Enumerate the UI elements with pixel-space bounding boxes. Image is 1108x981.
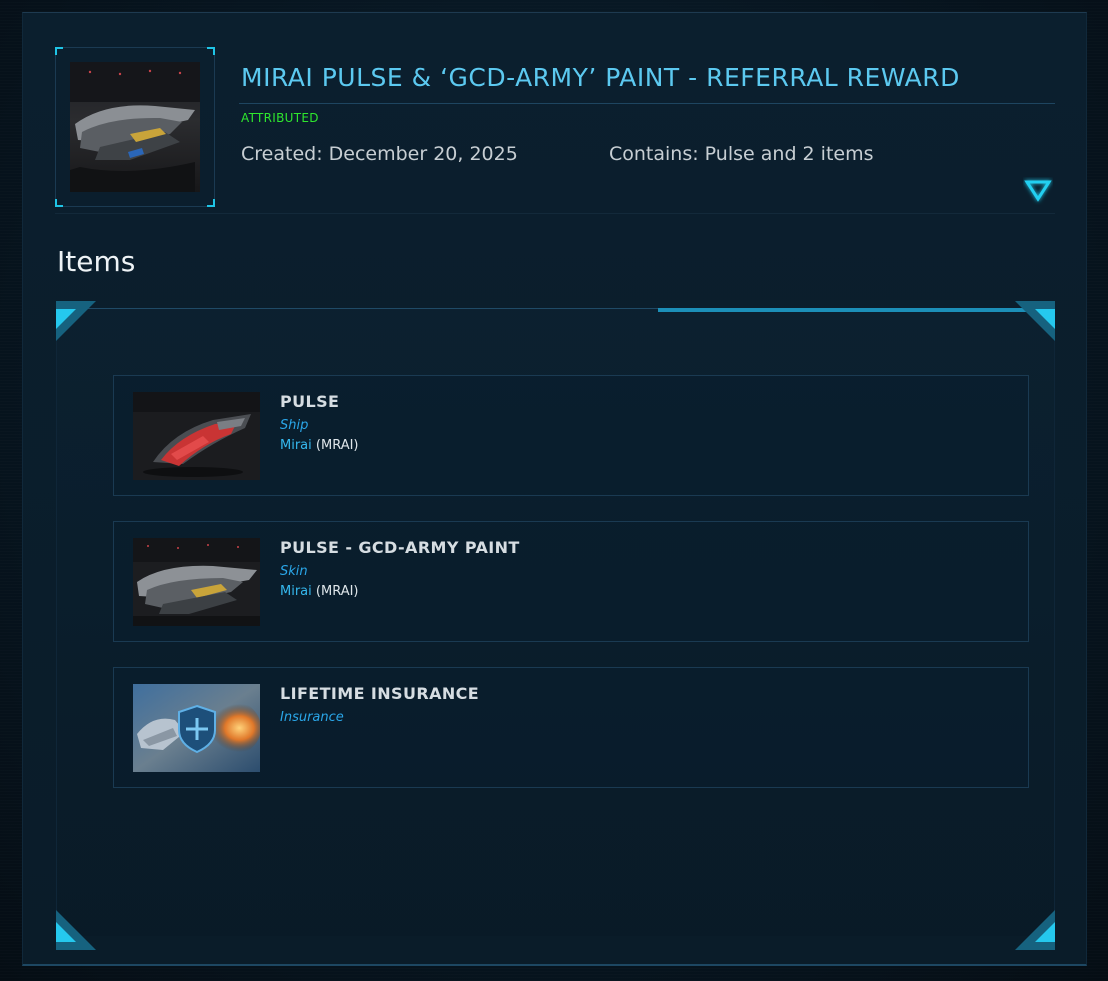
created-date: Created: December 20, 2025 <box>241 143 518 165</box>
frame-corner <box>55 199 63 207</box>
item-name: PULSE <box>280 392 340 411</box>
list-item[interactable]: PULSE - GCD-ARMY PAINT Skin Mirai (MRAI) <box>113 521 1029 642</box>
frame-corner <box>207 199 215 207</box>
accent-bar <box>658 308 1028 312</box>
list-item[interactable]: PULSE Ship Mirai (MRAI) <box>113 375 1029 496</box>
pledge-title: MIRAI PULSE & ‘GCD-ARMY’ PAINT - REFERRA… <box>241 63 960 92</box>
bracket-bottom-right-icon <box>1015 910 1055 950</box>
pulse-paint-icon <box>133 538 260 626</box>
pledge-thumbnail-image <box>70 62 200 192</box>
manufacturer-name[interactable]: Mirai <box>280 584 312 599</box>
bracket-top-left-icon <box>56 301 96 341</box>
expand-toggle-button[interactable] <box>1023 177 1053 205</box>
item-manufacturer: Mirai (MRAI) <box>280 584 359 599</box>
manufacturer-name[interactable]: Mirai <box>280 438 312 453</box>
bracket-bottom-left-icon <box>56 910 96 950</box>
contains-summary: Contains: Pulse and 2 items <box>609 143 874 165</box>
title-divider <box>239 103 1055 104</box>
pulse-ship-icon <box>133 392 260 480</box>
manufacturer-code: (MRAI) <box>315 584 359 599</box>
item-thumbnail <box>133 538 260 626</box>
pledge-panel: MIRAI PULSE & ‘GCD-ARMY’ PAINT - REFERRA… <box>22 12 1087 966</box>
bracket-top-right-icon <box>1015 301 1055 341</box>
frame-corner <box>207 47 215 55</box>
manufacturer-code: (MRAI) <box>315 438 359 453</box>
item-type: Skin <box>280 564 308 579</box>
item-thumbnail <box>133 392 260 480</box>
header-divider <box>55 213 1055 214</box>
item-type: Ship <box>280 418 309 433</box>
items-section-title: Items <box>57 245 136 278</box>
item-name: PULSE - GCD-ARMY PAINT <box>280 538 520 557</box>
status-badge: ATTRIBUTED <box>241 111 319 125</box>
item-manufacturer: Mirai (MRAI) <box>280 438 359 453</box>
list-item[interactable]: LIFETIME INSURANCE Insurance <box>113 667 1029 788</box>
item-thumbnail <box>133 684 260 772</box>
item-name: LIFETIME INSURANCE <box>280 684 480 703</box>
pledge-thumbnail-frame[interactable] <box>55 47 215 207</box>
item-type: Insurance <box>280 710 344 725</box>
pulse-ship-icon <box>70 62 200 192</box>
frame-corner <box>55 47 63 55</box>
items-container: PULSE Ship Mirai (MRAI) PULSE - GCD-ARMY… <box>56 301 1055 950</box>
chevron-down-icon <box>1024 180 1052 202</box>
insurance-shield-icon <box>133 684 260 772</box>
